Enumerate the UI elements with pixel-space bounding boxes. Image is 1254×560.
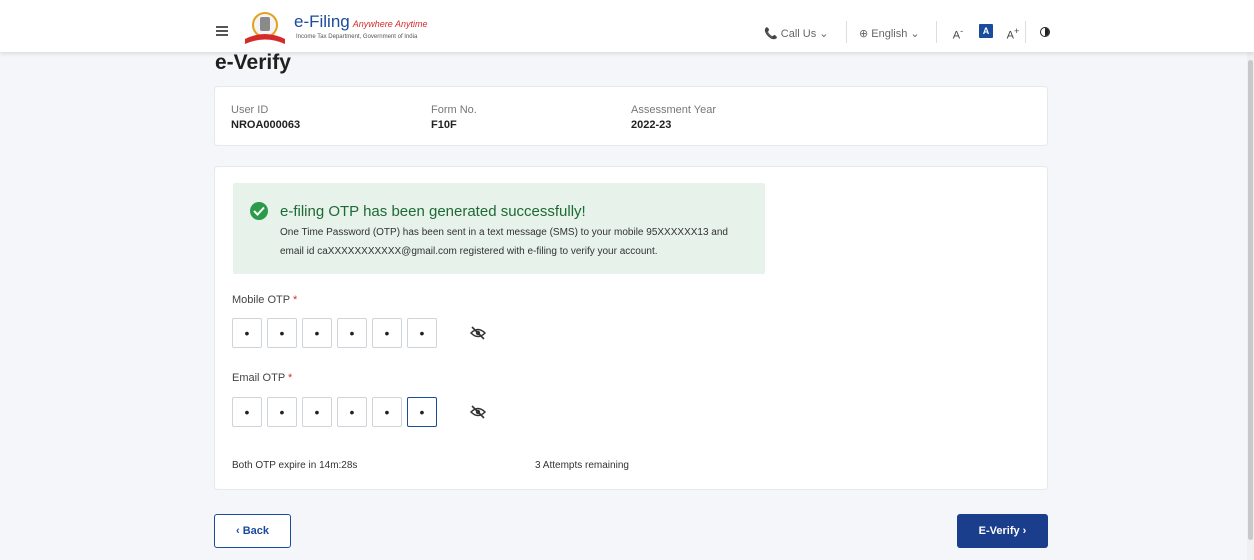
font-decrease-button[interactable]: A- xyxy=(951,24,965,42)
email-otp-digit-1[interactable]: • xyxy=(232,397,262,427)
user-id-label: User ID xyxy=(231,104,269,116)
logo-subtitle: Income Tax Department, Government of Ind… xyxy=(296,34,418,40)
header-divider xyxy=(936,21,937,43)
scrollbar-thumb[interactable] xyxy=(1248,60,1253,540)
required-asterisk: * xyxy=(292,294,298,306)
assessment-year-label: Assessment Year xyxy=(631,104,716,116)
plus-icon: + xyxy=(1013,26,1020,36)
form-no-value: F10F xyxy=(431,119,457,131)
mobile-otp-label: Mobile OTP * xyxy=(232,294,297,306)
email-otp-digit-4[interactable]: • xyxy=(337,397,367,427)
contrast-toggle-icon[interactable] xyxy=(1040,27,1050,37)
eye-off-icon[interactable] xyxy=(470,405,486,419)
logo-title-text: e-Filing xyxy=(294,12,350,31)
email-otp-digit-5[interactable]: • xyxy=(372,397,402,427)
info-card: User ID NROA000063 Form No. F10F Assessm… xyxy=(214,86,1048,146)
back-button[interactable]: ‹ Back xyxy=(214,514,291,548)
font-increase-label: A xyxy=(1006,29,1014,42)
top-header: e-Filing Anywhere Anytime Income Tax Depa… xyxy=(0,0,1254,52)
email-otp-digit-6[interactable]: • xyxy=(407,397,437,427)
otp-card: e-filing OTP has been generated successf… xyxy=(214,166,1048,490)
font-increase-button[interactable]: A+ xyxy=(1006,24,1020,42)
form-no-label: Form No. xyxy=(431,104,477,116)
menu-icon[interactable] xyxy=(216,26,228,36)
font-normal-button[interactable]: A xyxy=(979,24,993,38)
logo-title[interactable]: e-Filing Anywhere Anytime xyxy=(294,12,427,32)
call-us-label: Call Us xyxy=(780,28,817,40)
mobile-otp-label-text: Mobile OTP xyxy=(232,294,290,306)
alert-title: e-filing OTP has been generated successf… xyxy=(280,203,586,220)
chevron-down-icon: ⌄ xyxy=(819,28,829,40)
header-divider xyxy=(846,21,847,43)
email-otp-label-text: Email OTP xyxy=(232,372,285,384)
e-verify-button[interactable]: E-Verify › xyxy=(957,514,1048,548)
mobile-otp-digit-2[interactable]: • xyxy=(267,318,297,348)
mobile-otp-digit-3[interactable]: • xyxy=(302,318,332,348)
globe-icon: ⊕ xyxy=(859,28,869,40)
language-label: English xyxy=(871,28,908,40)
call-us-dropdown[interactable]: 📞 Call Us ⌄ xyxy=(764,27,829,40)
mobile-otp-digit-5[interactable]: • xyxy=(372,318,402,348)
mobile-otp-digit-1[interactable]: • xyxy=(232,318,262,348)
header-divider xyxy=(1025,21,1026,43)
email-otp-digit-2[interactable]: • xyxy=(267,397,297,427)
required-asterisk: * xyxy=(288,372,293,384)
govt-emblem-logo xyxy=(245,12,285,44)
minus-icon: - xyxy=(960,26,964,36)
alert-message: One Time Password (OTP) has been sent in… xyxy=(280,227,728,257)
assessment-year-value: 2022-23 xyxy=(631,119,672,131)
success-alert: e-filing OTP has been generated successf… xyxy=(233,183,765,274)
page: e-Filing Anywhere Anytime Income Tax Depa… xyxy=(0,0,1254,560)
language-dropdown[interactable]: ⊕ English ⌄ xyxy=(859,27,920,40)
attempts-remaining-text: 3 Attempts remaining xyxy=(535,460,629,471)
eye-off-icon[interactable] xyxy=(470,326,486,340)
mobile-otp-digit-6[interactable]: • xyxy=(407,318,437,348)
logo-tagline: Anywhere Anytime xyxy=(352,19,428,29)
phone-icon: 📞 xyxy=(764,28,778,40)
email-otp-label: Email OTP * xyxy=(232,372,292,384)
mobile-otp-digit-4[interactable]: • xyxy=(337,318,367,348)
email-otp-digit-3[interactable]: • xyxy=(302,397,332,427)
otp-expiry-text: Both OTP expire in 14m:28s xyxy=(232,460,358,471)
check-circle-icon xyxy=(250,202,268,220)
chevron-down-icon: ⌄ xyxy=(910,28,920,40)
user-id-value: NROA000063 xyxy=(231,119,301,131)
page-title: e-Verify xyxy=(215,52,291,74)
